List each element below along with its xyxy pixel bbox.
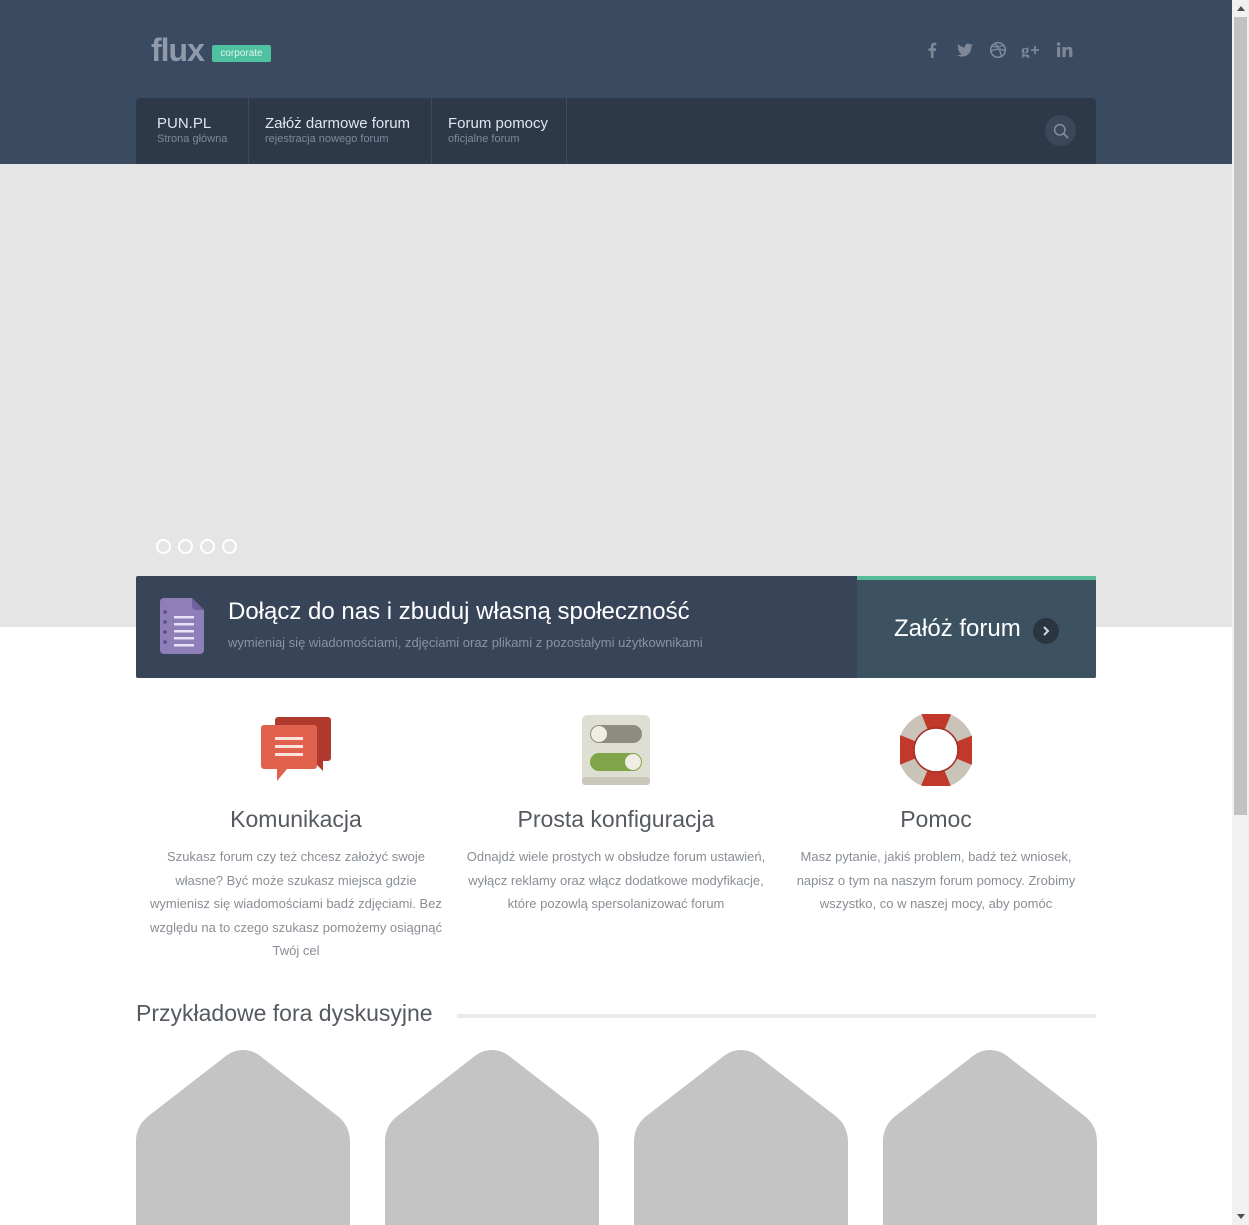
feature-help: Pomoc Masz pytanie, jakiś problem, badź … <box>786 710 1086 916</box>
feature-text: Masz pytanie, jakiś problem, badź też wn… <box>796 849 1076 911</box>
slider-dot[interactable] <box>222 539 237 554</box>
nav-item-subtitle: Strona główna <box>157 133 228 145</box>
create-forum-label: Załóż forum <box>894 615 1021 642</box>
example-forum-thumbnail[interactable] <box>385 1050 599 1225</box>
feature-configuration: Prosta konfiguracja Odnajdź wiele prosty… <box>466 710 766 916</box>
create-forum-button[interactable]: Załóż forum <box>857 576 1096 678</box>
hero-slider <box>0 164 1232 627</box>
slider-dot[interactable] <box>200 539 215 554</box>
example-forum-thumbnail[interactable] <box>634 1050 848 1225</box>
scroll-up-icon[interactable] <box>1232 0 1249 17</box>
twitter-icon[interactable] <box>953 38 977 62</box>
slider-dot[interactable] <box>156 539 171 554</box>
feature-text: Odnajdź wiele prostych w obsłudze forum … <box>466 849 766 911</box>
nav-item-home[interactable]: PUN.PL Strona główna <box>136 98 249 164</box>
cta-title: Dołącz do nas i zbuduj własną społecznoś… <box>228 598 690 625</box>
main-nav: PUN.PL Strona główna Załóż darmowe forum… <box>136 98 1096 164</box>
feature-communication: Komunikacja Szukasz forum czy też chcesz… <box>146 710 446 963</box>
scroll-down-icon[interactable] <box>1232 1208 1249 1225</box>
lifebuoy-icon <box>786 710 1086 790</box>
chat-bubbles-icon <box>146 710 446 790</box>
document-icon <box>160 598 206 659</box>
nav-item-title: PUN.PL <box>157 115 212 132</box>
section-divider <box>457 1014 1096 1018</box>
svg-text:g: g <box>1021 42 1030 58</box>
chevron-right-icon <box>1033 618 1059 644</box>
google-plus-icon[interactable]: g <box>1019 38 1043 62</box>
feature-title: Pomoc <box>900 806 972 832</box>
slider-dot[interactable] <box>178 539 193 554</box>
nav-item-help-forum[interactable]: Forum pomocy oficjalne forum <box>431 98 567 164</box>
facebook-icon[interactable] <box>920 38 944 62</box>
logo-badge: corporate <box>212 45 271 62</box>
linkedin-icon[interactable] <box>1053 38 1077 62</box>
scrollbar-thumb[interactable] <box>1234 17 1247 815</box>
nav-item-subtitle: oficjalne forum <box>448 133 520 145</box>
example-forum-thumbnail[interactable] <box>136 1050 350 1225</box>
nav-item-subtitle: rejestracja nowego forum <box>265 133 389 145</box>
dribbble-icon[interactable] <box>986 38 1010 62</box>
feature-title: Komunikacja <box>230 806 362 832</box>
example-forum-thumbnail[interactable] <box>883 1050 1097 1225</box>
cta-subtitle: wymieniaj się wiadomościami, zdjęciami o… <box>228 635 703 650</box>
feature-text: Szukasz forum czy też chcesz założyć swo… <box>150 849 442 958</box>
search-button[interactable] <box>1045 115 1076 146</box>
toggles-icon <box>466 710 766 790</box>
vertical-scrollbar[interactable] <box>1232 0 1249 1225</box>
logo[interactable]: flux <box>151 32 205 69</box>
nav-item-title: Forum pomocy <box>448 115 549 132</box>
cta-banner: Dołącz do nas i zbuduj własną społecznoś… <box>136 576 1096 678</box>
nav-item-create-forum[interactable]: Załóż darmowe forum rejestracja nowego f… <box>248 98 432 164</box>
search-icon <box>1053 123 1068 138</box>
nav-item-title: Załóż darmowe forum <box>265 115 411 132</box>
section-title: Przykładowe fora dyskusyjne <box>136 1000 433 1026</box>
feature-title: Prosta konfiguracja <box>517 806 715 832</box>
